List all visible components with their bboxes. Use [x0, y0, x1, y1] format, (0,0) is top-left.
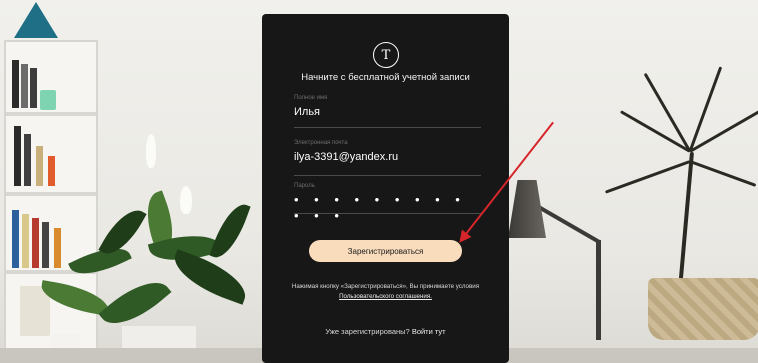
login-link[interactable]: Войти тут: [412, 327, 446, 336]
signup-card: T Начните с бесплатной учетной записи По…: [262, 14, 509, 363]
email-input[interactable]: ilya-3391@yandex.ru: [294, 147, 481, 169]
logo-letter-icon: T: [381, 47, 391, 63]
already-registered-text: Уже зарегистрированы?: [325, 327, 410, 336]
login-prompt: Уже зарегистрированы? Войти тут: [262, 327, 509, 336]
terms-text: Нажимая кнопку «Зарегистрироваться», Вы …: [291, 283, 480, 290]
user-agreement-link[interactable]: Пользовательского соглашения.: [339, 293, 432, 300]
password-input[interactable]: • • • • • • • • • • • •: [294, 190, 481, 228]
password-field[interactable]: Пароль • • • • • • • • • • • •: [294, 182, 481, 223]
email-field[interactable]: Электронная почта ilya-3391@yandex.ru: [294, 139, 481, 176]
name-input[interactable]: Илья: [294, 102, 481, 124]
signup-heading: Начните с бесплатной учетной записи: [301, 72, 470, 83]
name-label: Полное имя: [294, 95, 328, 101]
email-label: Электронная почта: [294, 140, 348, 146]
decor-tree-icon: [14, 2, 58, 38]
bookshelf: [4, 40, 98, 363]
terms-notice: Нажимая кнопку «Зарегистрироваться», Вы …: [276, 282, 495, 302]
tilda-logo-icon: T: [373, 42, 399, 68]
name-field[interactable]: Полное имя Илья: [294, 94, 481, 128]
plant-basket: [648, 278, 758, 340]
password-label: Пароль: [294, 183, 315, 189]
register-button[interactable]: Зарегистрироваться: [309, 240, 462, 262]
